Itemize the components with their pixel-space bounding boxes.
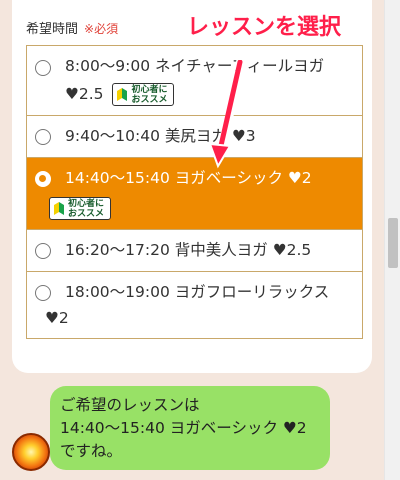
- annotation-arrow-icon: [208, 60, 249, 169]
- scrollbar[interactable]: [384, 0, 400, 480]
- field-label-text: 希望時間: [26, 22, 79, 37]
- scrollbar-thumb[interactable]: [388, 218, 398, 268]
- option-label: 18:00〜19:00 ヨガフローリラックス: [65, 283, 330, 301]
- time-option-0800[interactable]: 8:00〜9:00 ネイチャーフィールヨガ ♥2.5 初心者におススメ: [27, 46, 362, 116]
- chat-bubble: ご希望のレッスンは 14:40〜15:40 ヨガベーシック ♥2 ですね。: [50, 386, 330, 470]
- beginner-badge-text: 初心者におススメ: [131, 85, 168, 105]
- time-option-0940[interactable]: 9:40〜10:40 美尻ヨガ ♥3: [27, 116, 362, 158]
- lesson-form-card: 希望時間 ※必須 8:00〜9:00 ネイチャーフィールヨガ ♥2.5 初心者にお…: [12, 0, 372, 373]
- radio-button[interactable]: [35, 129, 51, 145]
- radio-button[interactable]: [35, 243, 51, 259]
- required-mark: ※必須: [84, 22, 119, 36]
- beginner-mark-icon: [117, 88, 128, 101]
- beginner-badge: 初心者におススメ: [49, 197, 111, 220]
- beginner-mark-icon: [54, 202, 64, 215]
- option-detail: 初心者におススメ: [45, 194, 356, 222]
- radio-button[interactable]: [35, 60, 51, 76]
- time-option-1440[interactable]: 14:40〜15:40 ヨガベーシック ♥2 初心者におススメ: [27, 158, 362, 230]
- field-label: 希望時間 ※必須: [26, 18, 118, 37]
- chat-line: ですね。: [60, 442, 123, 460]
- time-option-1800[interactable]: 18:00〜19:00 ヨガフローリラックス ♥2: [27, 272, 362, 338]
- bot-avatar: [12, 433, 50, 471]
- chat-line: ご希望のレッスンは: [60, 396, 200, 414]
- option-label: 16:20〜17:20 背中美人ヨガ ♥2.5: [65, 241, 312, 259]
- option-rating: ♥2.5: [65, 85, 104, 103]
- chat-line: 14:40〜15:40 ヨガベーシック ♥2: [60, 419, 307, 437]
- option-rating: ♥2: [45, 309, 69, 327]
- radio-button-selected[interactable]: [35, 171, 51, 187]
- time-options-list: 8:00〜9:00 ネイチャーフィールヨガ ♥2.5 初心者におススメ 9:40…: [26, 45, 363, 339]
- beginner-badge-text: 初心者におススメ: [68, 199, 105, 219]
- beginner-badge: 初心者におススメ: [112, 83, 175, 106]
- time-option-1620[interactable]: 16:20〜17:20 背中美人ヨガ ♥2.5: [27, 230, 362, 272]
- radio-button[interactable]: [35, 285, 51, 301]
- annotation-label: レッスンを選択: [187, 15, 342, 40]
